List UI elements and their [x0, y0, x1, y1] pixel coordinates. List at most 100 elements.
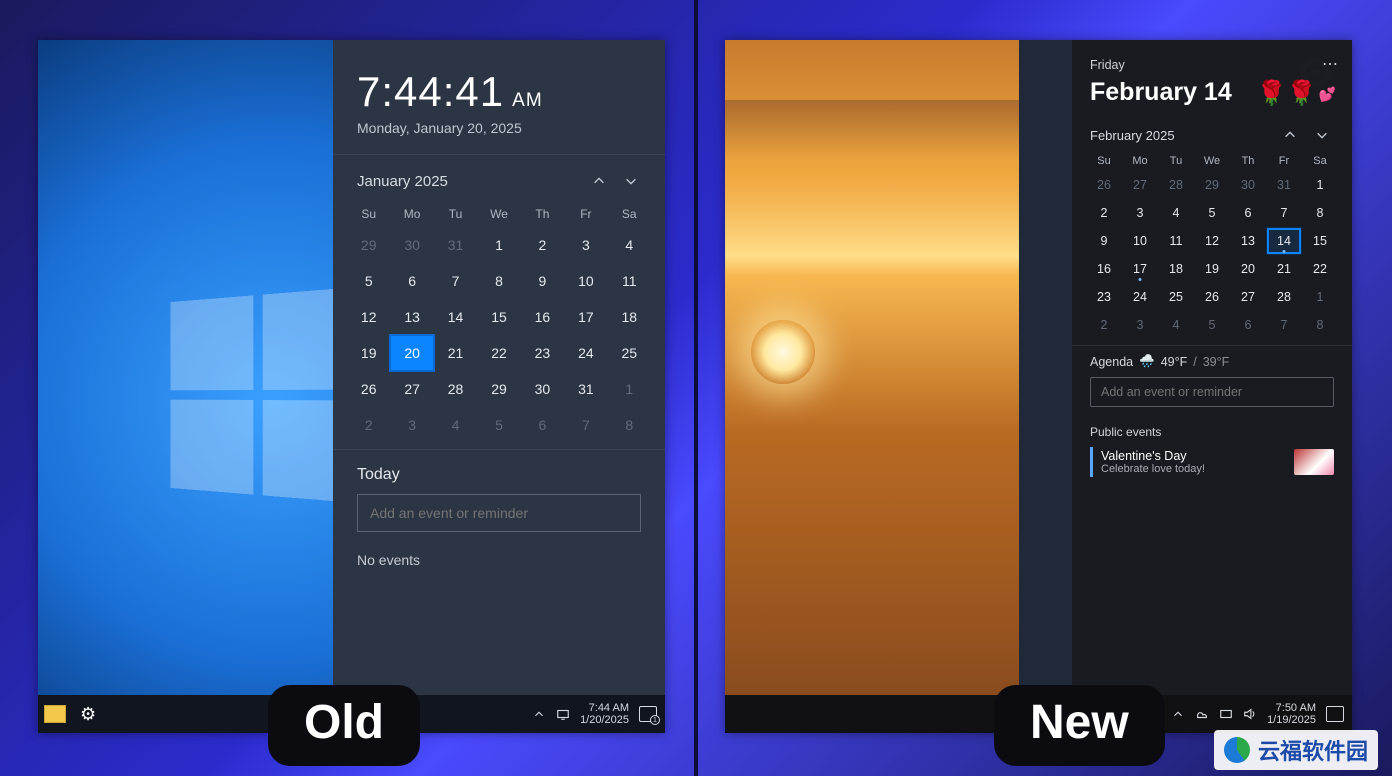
add-event-input[interactable] — [1090, 377, 1334, 407]
calendar-day[interactable]: 14 — [1266, 227, 1302, 255]
calendar-day[interactable]: 6 — [390, 263, 433, 299]
calendar-day[interactable]: 28 — [1158, 171, 1194, 199]
calendar-day[interactable]: 26 — [347, 371, 390, 407]
calendar-day[interactable]: 15 — [1302, 227, 1338, 255]
calendar-day[interactable]: 29 — [347, 227, 390, 263]
calendar-day[interactable]: 21 — [1266, 255, 1302, 283]
calendar-day[interactable]: 7 — [564, 407, 607, 443]
taskbar-clock[interactable]: 7:44 AM1/20/2025 — [580, 702, 629, 726]
calendar-day[interactable]: 24 — [1122, 283, 1158, 311]
calendar-day[interactable]: 12 — [1194, 227, 1230, 255]
calendar-day[interactable]: 4 — [608, 227, 651, 263]
calendar-day[interactable]: 27 — [390, 371, 433, 407]
calendar-day[interactable]: 16 — [1086, 255, 1122, 283]
calendar-day[interactable]: 4 — [1158, 199, 1194, 227]
calendar-day[interactable]: 1 — [1302, 283, 1338, 311]
next-month-button[interactable] — [615, 169, 647, 193]
calendar-day[interactable]: 4 — [1158, 311, 1194, 339]
calendar-day[interactable]: 3 — [1122, 311, 1158, 339]
calendar-day[interactable]: 6 — [1230, 311, 1266, 339]
calendar-day[interactable]: 4 — [434, 407, 477, 443]
calendar-day[interactable]: 22 — [477, 335, 520, 371]
calendar-day[interactable]: 31 — [1266, 171, 1302, 199]
settings-icon[interactable]: ⚙ — [80, 704, 96, 725]
calendar-day[interactable]: 29 — [1194, 171, 1230, 199]
calendar-day[interactable]: 6 — [1230, 199, 1266, 227]
calendar-day[interactable]: 11 — [1158, 227, 1194, 255]
month-label[interactable]: January 2025 — [357, 173, 583, 190]
calendar-day[interactable]: 6 — [521, 407, 564, 443]
calendar-day[interactable]: 17 — [564, 299, 607, 335]
calendar-day[interactable]: 15 — [477, 299, 520, 335]
calendar-day[interactable]: 11 — [608, 263, 651, 299]
event-item[interactable]: Valentine's Day Celebrate love today! — [1090, 447, 1334, 477]
taskbar-clock[interactable]: 7:50 AM1/19/2025 — [1267, 702, 1316, 726]
calendar-day[interactable]: 25 — [1158, 283, 1194, 311]
calendar-day[interactable]: 30 — [1230, 171, 1266, 199]
next-month-button[interactable] — [1306, 123, 1338, 147]
calendar-day[interactable]: 7 — [434, 263, 477, 299]
calendar-day[interactable]: 10 — [564, 263, 607, 299]
calendar-day[interactable]: 21 — [434, 335, 477, 371]
calendar-day[interactable]: 30 — [390, 227, 433, 263]
calendar-day[interactable]: 26 — [1086, 171, 1122, 199]
calendar-day[interactable]: 5 — [347, 263, 390, 299]
calendar-day[interactable]: 5 — [1194, 311, 1230, 339]
calendar-day[interactable]: 19 — [1194, 255, 1230, 283]
calendar-day[interactable]: 9 — [521, 263, 564, 299]
calendar-day[interactable]: 23 — [521, 335, 564, 371]
calendar-day[interactable]: 30 — [521, 371, 564, 407]
calendar-day[interactable]: 18 — [1158, 255, 1194, 283]
volume-icon[interactable] — [1243, 707, 1257, 721]
calendar-day[interactable]: 1 — [608, 371, 651, 407]
calendar-day[interactable]: 31 — [434, 227, 477, 263]
prev-month-button[interactable] — [583, 169, 615, 193]
calendar-day[interactable]: 28 — [1266, 283, 1302, 311]
calendar-day[interactable]: 5 — [1194, 199, 1230, 227]
calendar-day[interactable]: 20 — [390, 335, 433, 371]
calendar-day[interactable]: 3 — [390, 407, 433, 443]
calendar-day[interactable]: 25 — [608, 335, 651, 371]
calendar-day[interactable]: 8 — [608, 407, 651, 443]
calendar-day[interactable]: 16 — [521, 299, 564, 335]
calendar-day[interactable]: 20 — [1230, 255, 1266, 283]
calendar-day[interactable]: 10 — [1122, 227, 1158, 255]
more-button[interactable]: ⋯ — [1322, 54, 1340, 74]
tray-expand-icon[interactable] — [532, 707, 546, 721]
notification-icon[interactable]: 1 — [639, 706, 657, 722]
add-event-input[interactable] — [357, 494, 641, 532]
calendar-day[interactable]: 26 — [1194, 283, 1230, 311]
calendar-day[interactable]: 14 — [434, 299, 477, 335]
calendar-day[interactable]: 3 — [1122, 199, 1158, 227]
calendar-day[interactable]: 22 — [1302, 255, 1338, 283]
calendar-day[interactable]: 13 — [390, 299, 433, 335]
calendar-day[interactable]: 29 — [477, 371, 520, 407]
calendar-day[interactable]: 8 — [477, 263, 520, 299]
calendar-day[interactable]: 3 — [564, 227, 607, 263]
calendar-day[interactable]: 17 — [1122, 255, 1158, 283]
tray-expand-icon[interactable] — [1171, 707, 1185, 721]
calendar-day[interactable]: 12 — [347, 299, 390, 335]
prev-month-button[interactable] — [1274, 123, 1306, 147]
calendar-day[interactable]: 23 — [1086, 283, 1122, 311]
calendar-day[interactable]: 19 — [347, 335, 390, 371]
file-explorer-icon[interactable] — [44, 705, 66, 723]
calendar-day[interactable]: 5 — [477, 407, 520, 443]
calendar-day[interactable]: 2 — [521, 227, 564, 263]
calendar-day[interactable]: 24 — [564, 335, 607, 371]
calendar-day[interactable]: 18 — [608, 299, 651, 335]
calendar-day[interactable]: 8 — [1302, 311, 1338, 339]
calendar-day[interactable]: 2 — [1086, 199, 1122, 227]
calendar-day[interactable]: 13 — [1230, 227, 1266, 255]
calendar-day[interactable]: 27 — [1230, 283, 1266, 311]
calendar-day[interactable]: 27 — [1122, 171, 1158, 199]
calendar-day[interactable]: 7 — [1266, 199, 1302, 227]
calendar-day[interactable]: 28 — [434, 371, 477, 407]
calendar-day[interactable]: 31 — [564, 371, 607, 407]
calendar-day[interactable]: 9 — [1086, 227, 1122, 255]
notification-icon[interactable] — [1326, 706, 1344, 722]
calendar-day[interactable]: 2 — [1086, 311, 1122, 339]
onedrive-icon[interactable] — [1195, 707, 1209, 721]
calendar-day[interactable]: 7 — [1266, 311, 1302, 339]
calendar-day[interactable]: 1 — [477, 227, 520, 263]
